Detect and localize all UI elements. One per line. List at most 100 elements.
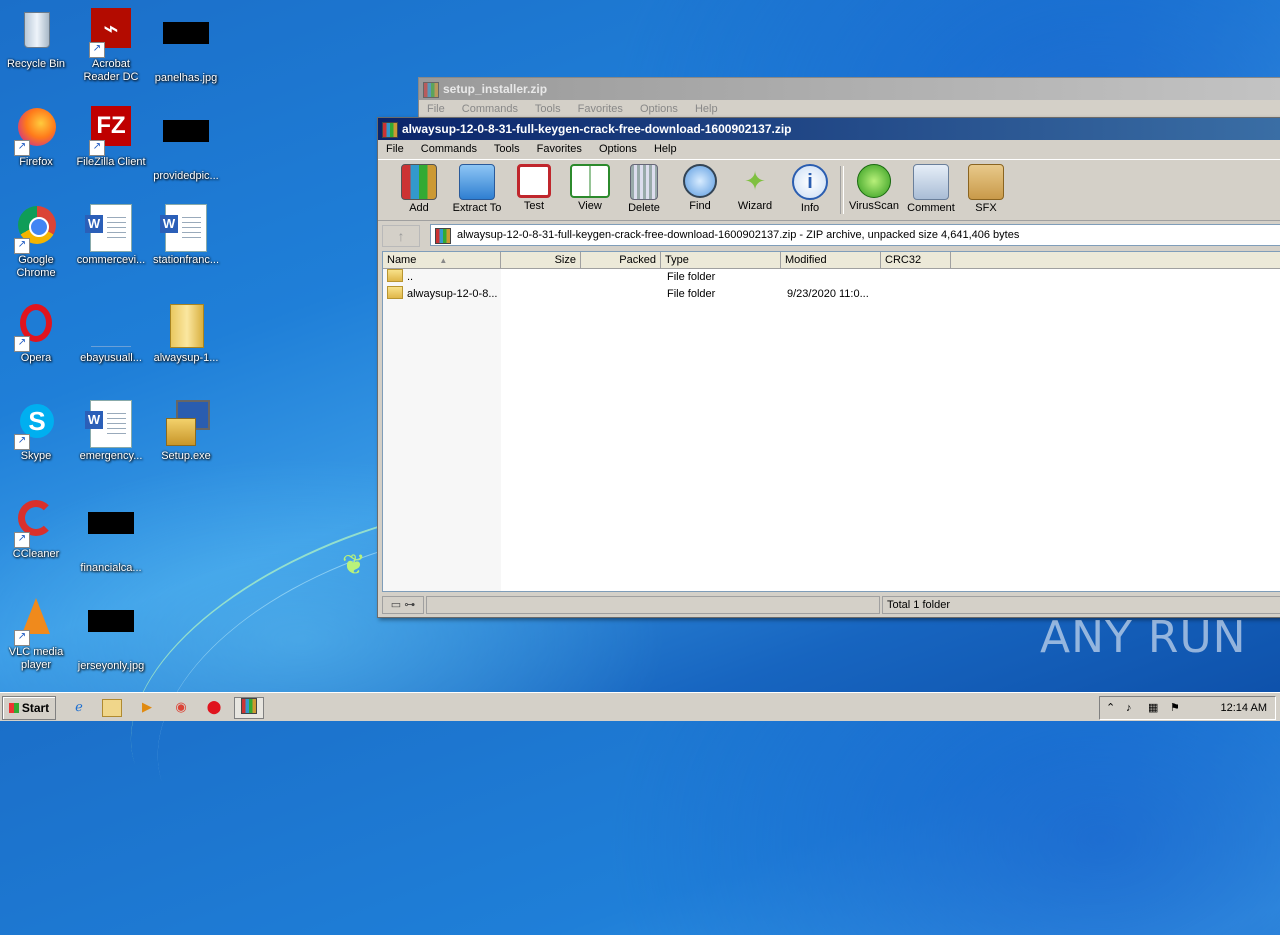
wizard-button[interactable]: ✦ Wizard <box>726 164 784 212</box>
extract-to-button[interactable]: Extract To <box>448 164 506 214</box>
delete-icon <box>630 164 658 200</box>
file-list[interactable]: Name ▲ Size Packed Type Modified CRC32 .… <box>382 251 1280 592</box>
column-header-crc32[interactable]: CRC32 <box>881 252 951 268</box>
file-explorer-icon[interactable] <box>102 699 122 717</box>
desktop-icon-opera[interactable]: ↗ Opera <box>0 302 74 365</box>
info-button[interactable]: i Info <box>781 164 839 214</box>
folder-icon <box>387 269 403 282</box>
table-row[interactable]: .. File folder <box>383 269 1280 286</box>
word-document-icon: W <box>85 204 135 252</box>
row-type: File folder <box>667 271 716 283</box>
menu-favorites[interactable]: Favorites <box>537 143 582 155</box>
desktop-icon-chrome[interactable]: ↗ Google Chrome <box>0 204 74 280</box>
desktop-icon-financialca[interactable]: financialca... <box>73 498 149 575</box>
row-crc <box>881 269 951 286</box>
test-button[interactable]: Test <box>505 164 563 212</box>
delete-button[interactable]: Delete <box>615 164 673 214</box>
desktop-icon-panelhas[interactable]: panelhas.jpg <box>148 8 224 85</box>
internet-explorer-icon[interactable]: ℯ <box>68 697 90 717</box>
desktop-icon-recycle-bin[interactable]: Recycle Bin <box>0 8 74 71</box>
toolbar: Add Extract To Test View Delete Find ✦ W… <box>378 159 1280 221</box>
tray-expand-icon[interactable]: ⌃ <box>1106 697 1115 719</box>
column-headers: Name ▲ Size Packed Type Modified CRC32 <box>383 252 1280 269</box>
taskbar: Start ℯ ▶ ◉ ⬤ ⌃ ♪ ▦ ⚑ 12:14 AM <box>0 692 1280 721</box>
column-header-packed[interactable]: Packed <box>581 252 661 268</box>
winrar-window: alwaysup-12-0-8-31-full-keygen-crack-fre… <box>377 117 1280 618</box>
virusscan-button[interactable]: VirusScan <box>845 164 903 212</box>
menu-file[interactable]: File <box>386 143 404 155</box>
network-icon[interactable]: ▦ <box>1148 697 1158 719</box>
menu-options[interactable]: Options <box>640 103 678 115</box>
start-button[interactable]: Start <box>2 696 56 720</box>
archive-path-field[interactable]: alwaysup-12-0-8-31-full-keygen-crack-fre… <box>430 224 1280 246</box>
sfx-button[interactable]: SFX <box>957 164 1015 214</box>
up-arrow-icon: ↑ <box>397 228 405 244</box>
view-button[interactable]: View <box>561 164 619 212</box>
window-title: alwaysup-12-0-8-31-full-keygen-crack-fre… <box>402 122 792 136</box>
menu-favorites[interactable]: Favorites <box>578 103 623 115</box>
menu-file[interactable]: File <box>427 103 445 115</box>
ccleaner-icon: ↗ <box>12 498 60 548</box>
menu-help[interactable]: Help <box>654 143 677 155</box>
vlc-icon: ↗ <box>12 596 60 646</box>
chrome-taskbar-icon[interactable]: ◉ <box>170 697 192 717</box>
winrar-icon <box>382 122 398 138</box>
virusscan-icon <box>857 164 891 198</box>
desktop-icon-acrobat[interactable]: ⌁ ↗ Acrobat Reader DC <box>73 8 149 84</box>
word-document-icon: W <box>85 400 135 448</box>
desktop-icon-ccleaner[interactable]: ↗ CCleaner <box>0 498 74 561</box>
volume-icon[interactable]: ♪ <box>1126 697 1132 719</box>
desktop-icon-commercevi[interactable]: W commercevi... <box>73 204 149 267</box>
redacted-thumbnail-icon <box>87 512 135 560</box>
winrar-icon <box>435 228 451 244</box>
row-size <box>501 286 581 303</box>
opera-icon: ↗ <box>12 302 60 352</box>
word-document-icon: W <box>160 204 210 252</box>
menu-commands[interactable]: Commands <box>421 143 477 155</box>
winrar-taskbar-button[interactable] <box>234 697 264 719</box>
menu-tools[interactable]: Tools <box>494 143 520 155</box>
status-selection <box>426 596 880 614</box>
wallpaper-sprig-icon: ❦ <box>342 549 366 580</box>
chrome-icon: ↗ <box>12 204 60 254</box>
desktop-icon-stationfranc[interactable]: W stationfranc... <box>148 204 224 267</box>
add-button[interactable]: Add <box>390 164 448 214</box>
desktop-icon-alwaysup-folder[interactable]: alwaysup-1... <box>148 302 224 365</box>
action-center-flag-icon[interactable]: ⚑ <box>1170 697 1180 719</box>
comment-button[interactable]: Comment <box>902 164 960 214</box>
desktop-icon-skype[interactable]: S ↗ Skype <box>0 400 74 463</box>
redacted-thumbnail-icon <box>162 22 210 70</box>
media-player-icon[interactable]: ▶ <box>136 697 158 717</box>
find-button[interactable]: Find <box>671 164 729 212</box>
menu-options[interactable]: Options <box>599 143 637 155</box>
column-header-size[interactable]: Size <box>501 252 581 268</box>
column-header-type[interactable]: Type <box>661 252 781 268</box>
table-row[interactable]: alwaysup-12-0-8... File folder 9/23/2020… <box>383 286 1280 303</box>
menu-tools[interactable]: Tools <box>535 103 561 115</box>
menu-commands[interactable]: Commands <box>462 103 518 115</box>
column-header-name[interactable]: Name ▲ <box>383 252 501 268</box>
desktop-icon-ebayusuall[interactable]: ebayusuall... <box>73 302 149 365</box>
desktop-icon-firefox[interactable]: ↗ Firefox <box>0 106 74 169</box>
desktop-icon-setup-exe[interactable]: Setup.exe <box>148 400 224 463</box>
row-name: alwaysup-12-0-8... <box>407 288 498 300</box>
row-crc <box>881 286 951 303</box>
desktop-icon-vlc[interactable]: ↗ VLC media player <box>0 596 74 672</box>
background-window-menubar: File Commands Tools Favorites Options He… <box>419 100 1280 118</box>
opera-taskbar-icon[interactable]: ⬤ <box>203 697 225 717</box>
installer-icon <box>162 400 210 448</box>
column-header-modified[interactable]: Modified <box>781 252 881 268</box>
background-window-setup-installer[interactable]: setup_installer.zip File Commands Tools … <box>418 77 1280 119</box>
desktop-icon-emergency[interactable]: W emergency... <box>73 400 149 463</box>
background-window-titlebar[interactable]: setup_installer.zip <box>419 78 1280 100</box>
sfx-icon <box>968 164 1004 200</box>
row-modified: 9/23/2020 11:0... <box>787 288 869 300</box>
menu-help[interactable]: Help <box>695 103 718 115</box>
window-titlebar[interactable]: alwaysup-12-0-8-31-full-keygen-crack-fre… <box>378 118 1280 140</box>
desktop-icon-providedpic[interactable]: providedpic... <box>148 106 224 183</box>
desktop-icon-filezilla[interactable]: FZ ↗ FileZilla Client <box>73 106 149 169</box>
up-folder-button[interactable]: ↑ <box>382 225 420 247</box>
background-window-title: setup_installer.zip <box>443 82 548 96</box>
desktop-icon-jerseyonly[interactable]: jerseyonly.jpg <box>73 596 149 673</box>
clock[interactable]: 12:14 AM <box>1221 697 1267 719</box>
